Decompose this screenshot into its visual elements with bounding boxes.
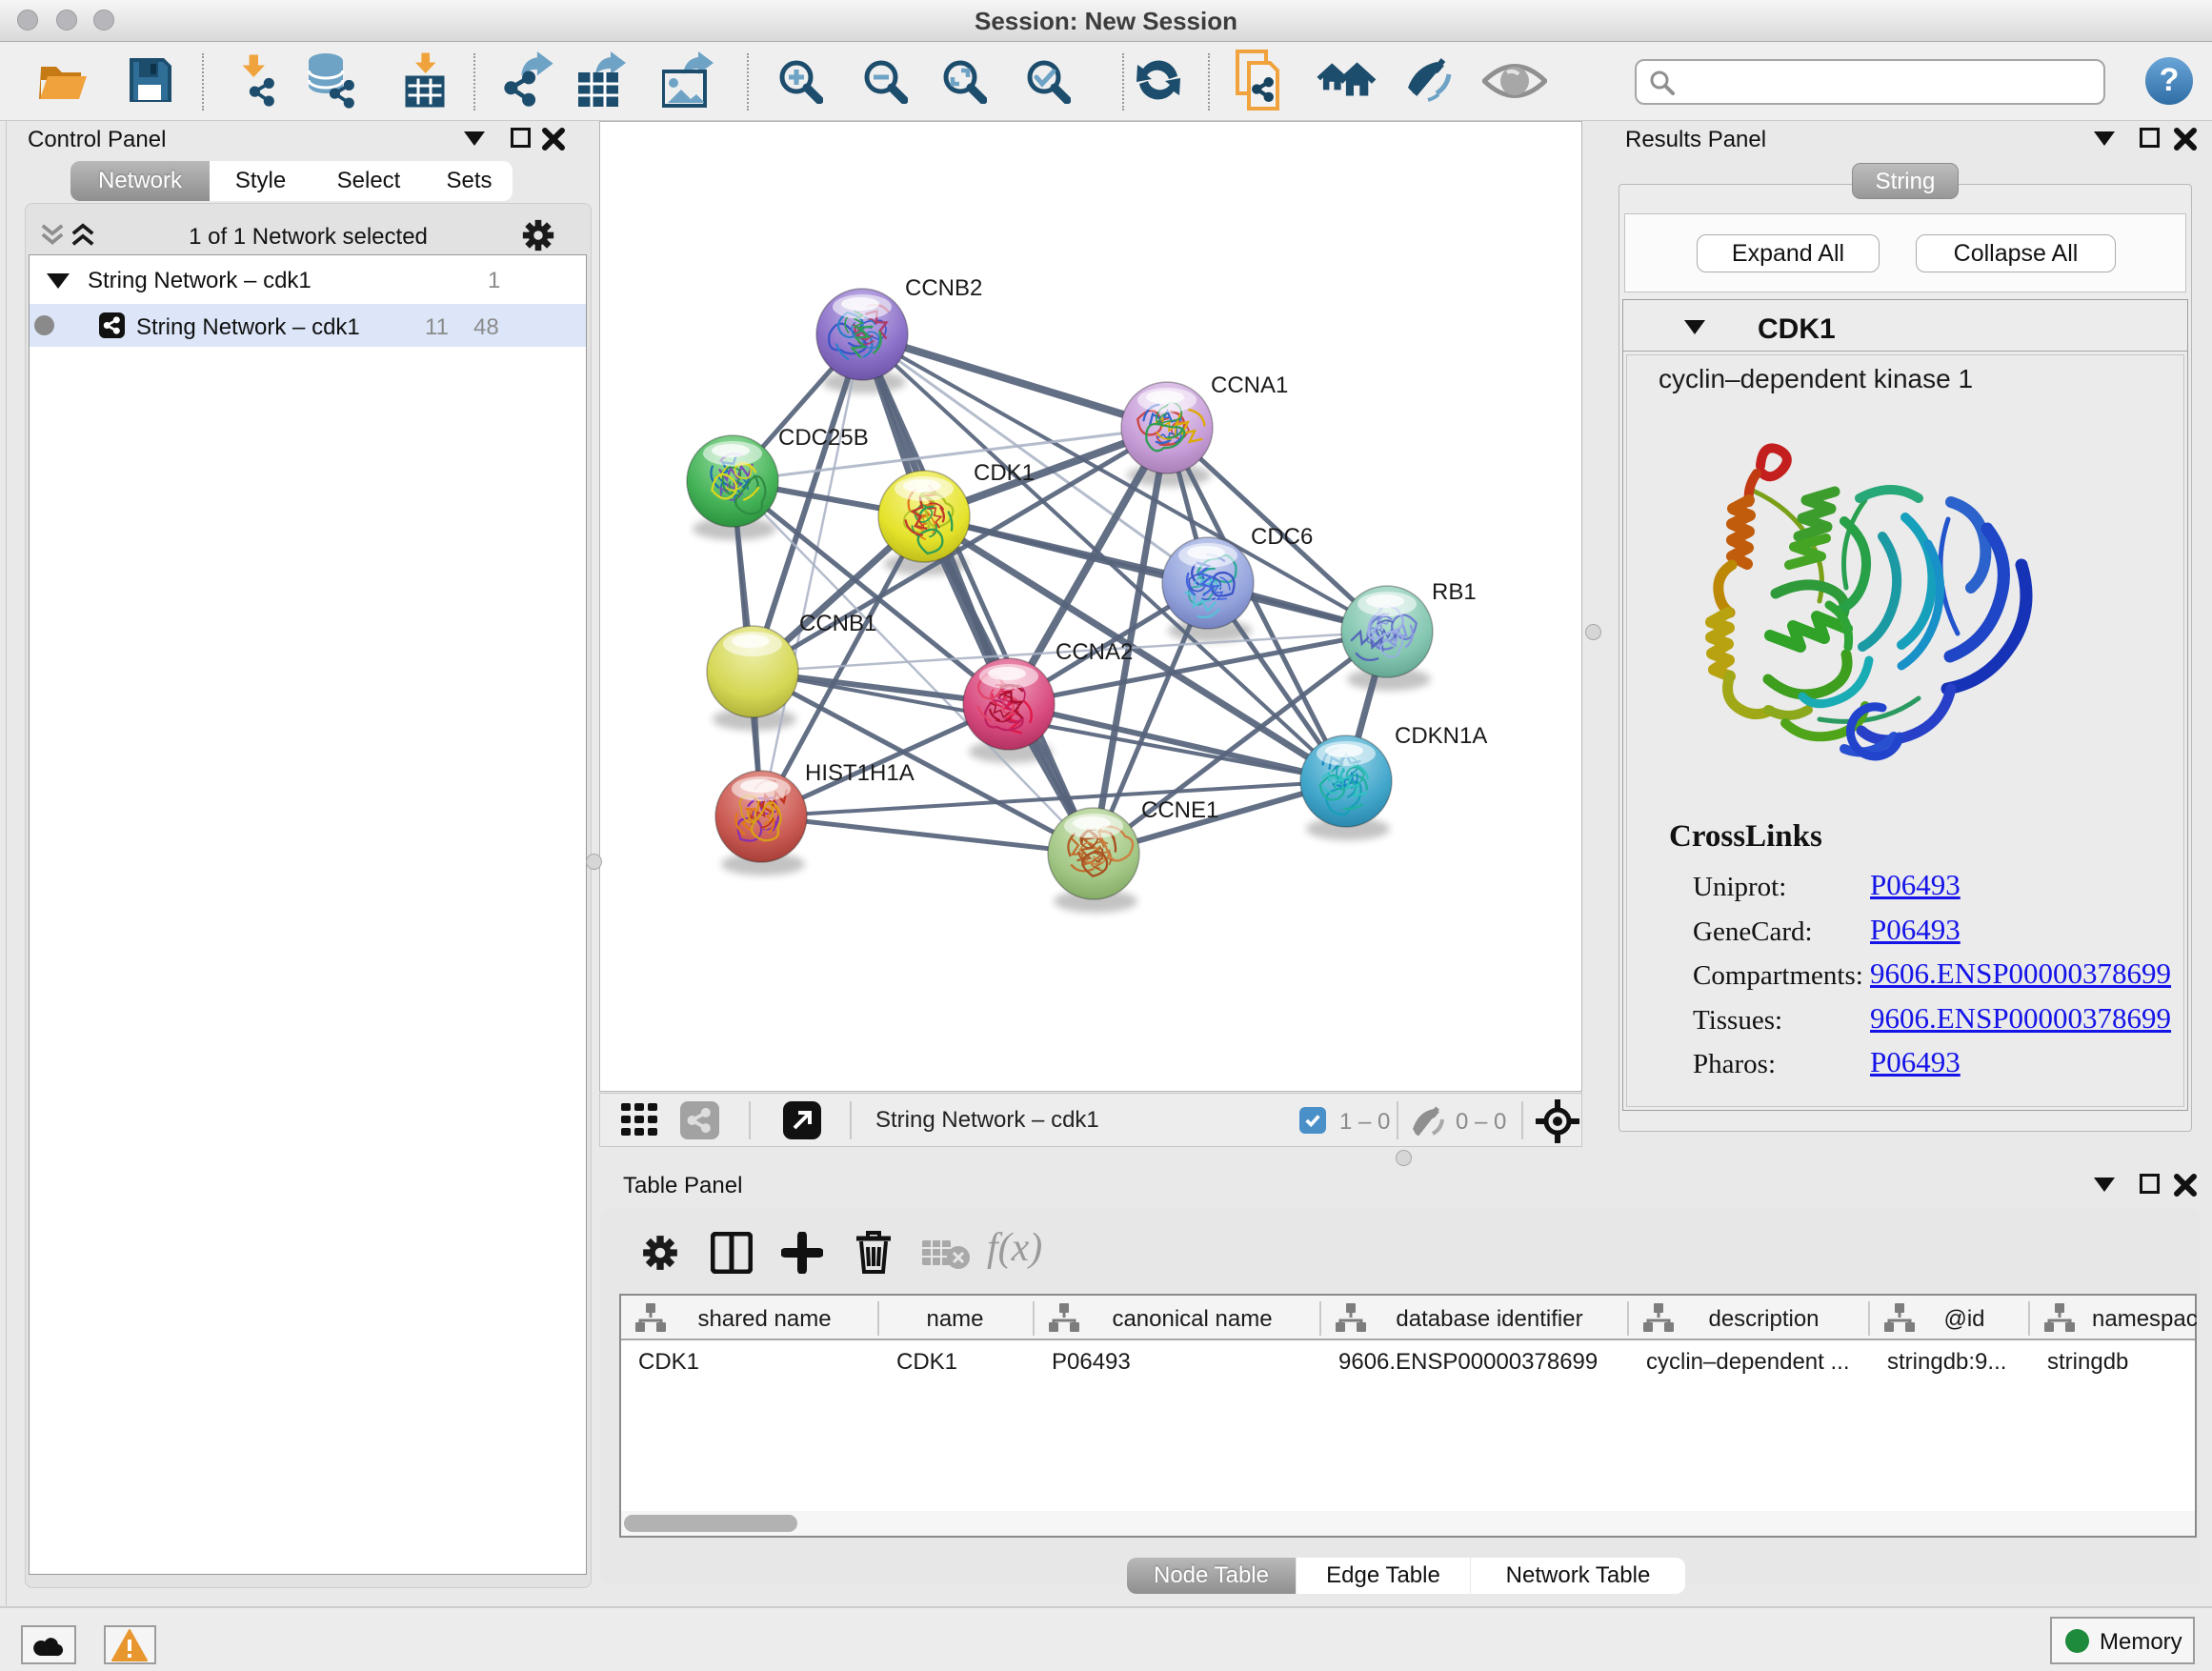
svg-text:HIST1H1A: HIST1H1A — [805, 760, 915, 786]
svg-text:CCNA1: CCNA1 — [1211, 372, 1288, 398]
svg-text:CCNA2: CCNA2 — [1056, 639, 1133, 665]
svg-text:CCNE1: CCNE1 — [1141, 797, 1218, 823]
svg-text:CDC6: CDC6 — [1251, 524, 1313, 550]
svg-text:CCNB2: CCNB2 — [905, 275, 982, 301]
svg-text:RB1: RB1 — [1432, 579, 1477, 605]
svg-text:CDC25B: CDC25B — [778, 425, 869, 451]
svg-text:CCNB1: CCNB1 — [799, 611, 876, 636]
svg-text:CDKN1A: CDKN1A — [1395, 723, 1487, 749]
svg-text:CDK1: CDK1 — [974, 460, 1035, 486]
